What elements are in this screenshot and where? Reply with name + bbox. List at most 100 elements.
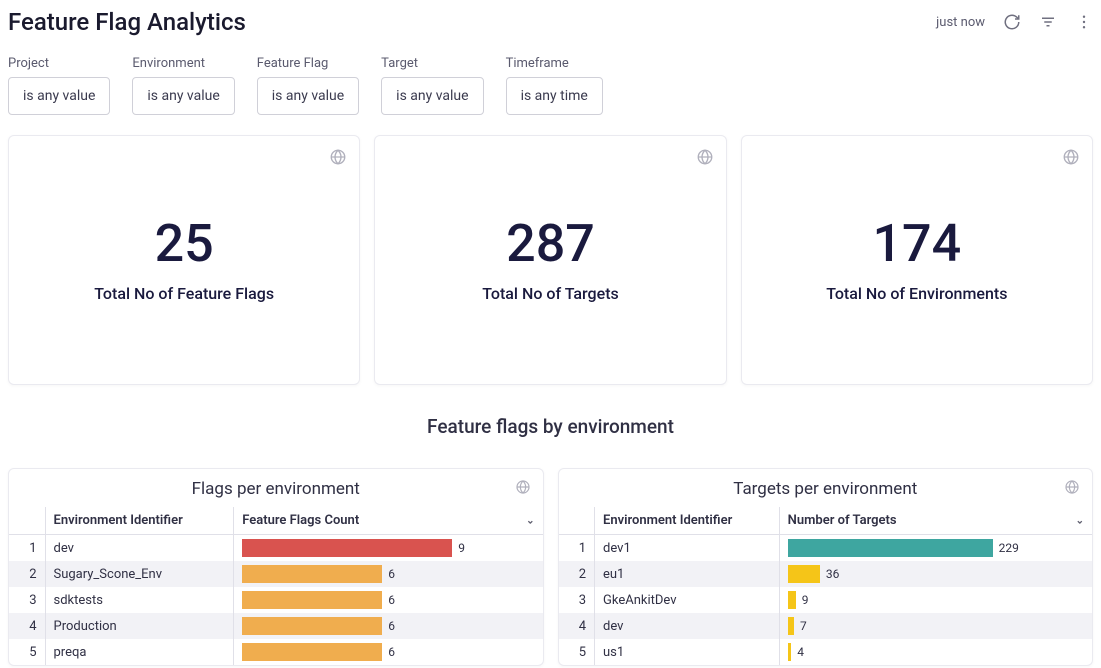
cell-count-bar: 6 <box>234 561 543 587</box>
refresh-icon[interactable] <box>1003 13 1021 31</box>
card-total-environments: 174 Total No of Environments <box>741 135 1093 385</box>
row-index: 5 <box>559 639 595 665</box>
table-flags-per-environment: Flags per environment Environment Identi… <box>8 468 544 666</box>
col-number-of-targets[interactable]: Number of Targets ⌄ <box>779 507 1092 535</box>
globe-icon[interactable] <box>696 148 714 170</box>
filter-environment: Environment is any value <box>132 56 234 115</box>
tables-row: Flags per environment Environment Identi… <box>8 468 1093 666</box>
table-row[interactable]: 5preqa 6 <box>9 639 543 665</box>
table-row[interactable]: 4dev 7 <box>559 613 1093 639</box>
table-title: Targets per environment <box>559 469 1093 507</box>
bar-value: 6 <box>388 619 395 633</box>
filter-label: Environment <box>132 56 234 71</box>
row-index: 1 <box>559 535 595 562</box>
table: Environment Identifier Number of Targets… <box>559 507 1093 665</box>
cell-environment-identifier: GkeAnkitDev <box>595 587 780 613</box>
row-index: 1 <box>9 535 45 562</box>
chevron-down-icon: ⌄ <box>1076 515 1084 526</box>
bar <box>788 617 794 635</box>
col-index[interactable] <box>559 507 595 535</box>
page-header: Feature Flag Analytics just now <box>8 8 1093 46</box>
col-environment-identifier[interactable]: Environment Identifier <box>45 507 234 535</box>
table-targets-per-environment: Targets per environment Environment Iden… <box>558 468 1094 666</box>
cell-environment-identifier: eu1 <box>595 561 780 587</box>
filter-project-select[interactable]: is any value <box>8 77 110 115</box>
cell-environment-identifier: us1 <box>595 639 780 665</box>
table-row[interactable]: 2Sugary_Scone_Env 6 <box>9 561 543 587</box>
filter-environment-select[interactable]: is any value <box>132 77 234 115</box>
bar <box>242 565 382 583</box>
table-row[interactable]: 1dev1229 <box>559 535 1093 562</box>
filter-icon[interactable] <box>1039 13 1057 31</box>
row-index: 2 <box>559 561 595 587</box>
card-value: 25 <box>155 218 214 270</box>
cell-count-bar: 229 <box>779 535 1092 562</box>
table-row[interactable]: 5us1 4 <box>559 639 1093 665</box>
page-title: Feature Flag Analytics <box>8 8 246 36</box>
card-value: 174 <box>872 218 961 270</box>
bar-value: 6 <box>388 645 395 659</box>
card-value: 287 <box>506 218 595 270</box>
cell-environment-identifier: dev <box>45 535 234 562</box>
globe-icon[interactable] <box>1064 479 1080 499</box>
bar <box>242 539 452 557</box>
cell-environment-identifier: Production <box>45 613 234 639</box>
cell-environment-identifier: dev1 <box>595 535 780 562</box>
card-label: Total No of Targets <box>482 284 619 303</box>
bar <box>788 643 792 661</box>
card-total-targets: 287 Total No of Targets <box>374 135 726 385</box>
globe-icon[interactable] <box>515 479 531 499</box>
cell-count-bar: 4 <box>779 639 1092 665</box>
col-index[interactable] <box>9 507 45 535</box>
bar-value: 9 <box>458 541 465 555</box>
filter-label: Timeframe <box>506 56 603 71</box>
globe-icon[interactable] <box>1062 148 1080 170</box>
bar-value: 9 <box>802 593 809 607</box>
col-environment-identifier[interactable]: Environment Identifier <box>595 507 780 535</box>
bar <box>788 565 820 583</box>
table-row[interactable]: 3sdktests6 <box>9 587 543 613</box>
table-row[interactable]: 2eu1 36 <box>559 561 1093 587</box>
col-feature-flags-count[interactable]: Feature Flags Count ⌄ <box>234 507 543 535</box>
cell-environment-identifier: dev <box>595 613 780 639</box>
bar <box>788 539 993 557</box>
bar-value: 36 <box>826 567 840 581</box>
cell-environment-identifier: sdktests <box>45 587 234 613</box>
row-index: 5 <box>9 639 45 665</box>
bar-value: 6 <box>388 567 395 581</box>
filter-label: Target <box>381 56 483 71</box>
table: Environment Identifier Feature Flags Cou… <box>9 507 543 665</box>
header-actions: just now <box>936 13 1093 31</box>
filter-project: Project is any value <box>8 56 110 115</box>
filter-label: Project <box>8 56 110 71</box>
cell-count-bar: 6 <box>234 639 543 665</box>
summary-cards: 25 Total No of Feature Flags 287 Total N… <box>8 135 1093 385</box>
cell-environment-identifier: Sugary_Scone_Env <box>45 561 234 587</box>
table-row[interactable]: 3GkeAnkitDev 9 <box>559 587 1093 613</box>
bar <box>788 591 796 609</box>
table-title: Flags per environment <box>9 469 543 507</box>
bar-value: 4 <box>797 645 804 659</box>
card-label: Total No of Feature Flags <box>94 284 274 303</box>
filter-timeframe-select[interactable]: is any time <box>506 77 603 115</box>
cell-count-bar: 9 <box>234 535 543 562</box>
cell-environment-identifier: preqa <box>45 639 234 665</box>
more-icon[interactable] <box>1075 13 1093 31</box>
col-label: Feature Flags Count <box>242 513 359 528</box>
cell-count-bar: 9 <box>779 587 1092 613</box>
filter-target-select[interactable]: is any value <box>381 77 483 115</box>
row-index: 4 <box>9 613 45 639</box>
card-total-feature-flags: 25 Total No of Feature Flags <box>8 135 360 385</box>
row-index: 3 <box>559 587 595 613</box>
cell-count-bar: 7 <box>779 613 1092 639</box>
row-index: 4 <box>559 613 595 639</box>
filter-feature-flag-select[interactable]: is any value <box>257 77 359 115</box>
filter-label: Feature Flag <box>257 56 359 71</box>
bar-value: 6 <box>388 593 395 607</box>
bar <box>242 617 382 635</box>
table-row[interactable]: 1dev 9 <box>9 535 543 562</box>
globe-icon[interactable] <box>329 148 347 170</box>
bar-value: 7 <box>800 619 807 633</box>
row-index: 2 <box>9 561 45 587</box>
table-row[interactable]: 4Production 6 <box>9 613 543 639</box>
